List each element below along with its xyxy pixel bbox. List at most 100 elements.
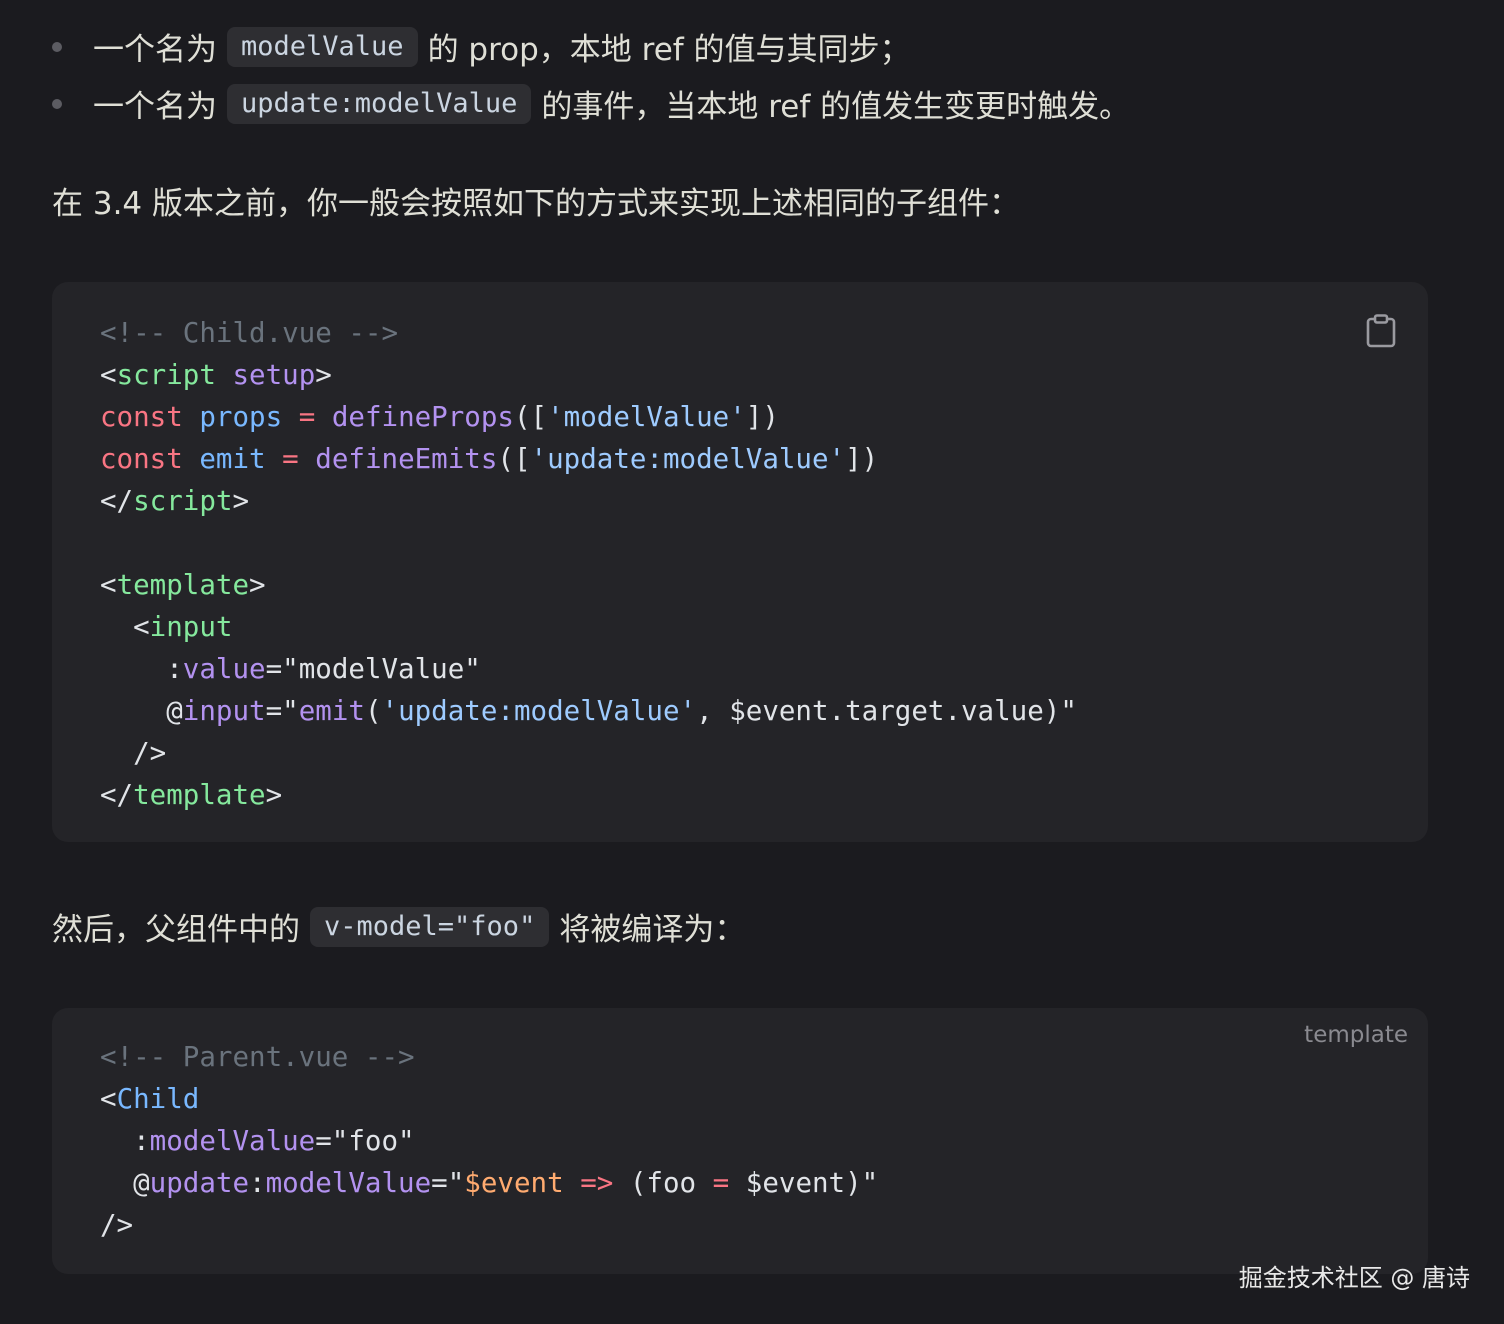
code-token: 'modelValue' bbox=[547, 401, 746, 433]
code-token: const bbox=[100, 401, 183, 433]
code-token: ( bbox=[364, 695, 382, 727]
code-line: <!-- Parent.vue --> bbox=[100, 1036, 878, 1078]
code-token: template bbox=[116, 569, 250, 601]
inline-code: modelValue bbox=[227, 26, 418, 67]
code-line: const props = defineProps(['modelValue']… bbox=[100, 396, 1077, 438]
code-token: > bbox=[249, 569, 266, 601]
code-token: input bbox=[149, 611, 233, 643]
code-token: /> bbox=[100, 737, 167, 769]
code-token: defineProps bbox=[331, 401, 514, 433]
code-token: const bbox=[100, 443, 183, 475]
clipboard-icon[interactable] bbox=[1366, 314, 1396, 348]
inline-code: v-model="foo" bbox=[310, 906, 550, 947]
list-item: 一个名为 modelValue 的 prop，本地 ref 的值与其同步； bbox=[0, 18, 1504, 75]
code-line: @update:modelValue="$event => (foo = $ev… bbox=[100, 1162, 878, 1204]
paragraph: 在 3.4 版本之前，你一般会按照如下的方式来实现上述相同的子组件： bbox=[52, 186, 1021, 222]
code-token: ([ bbox=[513, 401, 548, 433]
code-token: < bbox=[100, 569, 117, 601]
code-line: <input bbox=[100, 606, 1077, 648]
code-line: <script setup> bbox=[100, 354, 1077, 396]
code-lines: <!-- Child.vue --> <script setup> const pr… bbox=[100, 312, 1077, 816]
code-token: $event bbox=[464, 1167, 564, 1199]
code-token: (foo bbox=[613, 1167, 713, 1199]
code-token: > bbox=[315, 359, 332, 391]
paragraph-after: 将被编译为： bbox=[559, 912, 746, 948]
list-item-before: 一个名为 bbox=[93, 32, 217, 68]
paragraph: 然后，父组件中的 v-model="foo" 将被编译为： bbox=[52, 904, 745, 949]
code-token: value bbox=[182, 653, 266, 685]
code-token: < bbox=[100, 1083, 117, 1115]
code-token: modelValue bbox=[149, 1125, 316, 1157]
code-token: => bbox=[580, 1167, 614, 1199]
code-token: ="modelValue" bbox=[265, 653, 481, 685]
code-token: 'update:modelValue' bbox=[381, 695, 697, 727]
list-item: 一个名为 update:modelValue 的事件，当本地 ref 的值发生变… bbox=[0, 75, 1504, 132]
code-token: = bbox=[282, 443, 299, 475]
code-line: /> bbox=[100, 1204, 878, 1246]
code-token: props bbox=[199, 401, 283, 433]
code-token: emit bbox=[298, 695, 365, 727]
list-item-after: 的事件，当本地 ref 的值发生变更时触发。 bbox=[541, 89, 1131, 125]
code-line: :modelValue="foo" bbox=[100, 1120, 878, 1162]
code-token: < bbox=[100, 359, 117, 391]
code-token: Child bbox=[116, 1083, 200, 1115]
code-token: ]) bbox=[845, 443, 879, 475]
code-block-parent: template <!-- Parent.vue --> <Child :mode… bbox=[52, 1008, 1428, 1274]
code-token: ]) bbox=[745, 401, 779, 433]
code-token: ="foo" bbox=[315, 1125, 415, 1157]
code-token: : bbox=[100, 653, 183, 685]
code-token: input bbox=[182, 695, 266, 727]
code-token: $event)" bbox=[729, 1167, 879, 1199]
code-token: : bbox=[100, 1125, 150, 1157]
code-line: :value="modelValue" bbox=[100, 648, 1077, 690]
watermark: 掘金技术社区 @ 唐诗 bbox=[1238, 1264, 1470, 1292]
code-token: < bbox=[100, 611, 150, 643]
code-token: ([ bbox=[497, 443, 531, 475]
code-token: </ bbox=[100, 485, 134, 517]
code-line: /> bbox=[100, 732, 1077, 774]
code-token: , $event.target.value)" bbox=[696, 695, 1077, 727]
list-item-before: 一个名为 bbox=[93, 89, 217, 125]
code-token: = bbox=[712, 1167, 730, 1199]
code-lines: <!-- Parent.vue --> <Child :modelValue="f… bbox=[100, 1036, 878, 1246]
code-token: <!-- Parent.vue --> bbox=[100, 1041, 415, 1073]
code-line: const emit = defineEmits(['update:modelV… bbox=[100, 438, 1077, 480]
bullet-list: 一个名为 modelValue 的 prop，本地 ref 的值与其同步； 一个… bbox=[0, 18, 1504, 132]
code-line: </script> bbox=[100, 480, 1077, 522]
code-token: = bbox=[298, 401, 316, 433]
list-item-text: 一个名为 update:modelValue 的事件，当本地 ref 的值发生变… bbox=[93, 81, 1130, 126]
inline-code: update:modelValue bbox=[227, 83, 532, 124]
language-label: template bbox=[1304, 1022, 1408, 1048]
code-token: modelValue bbox=[265, 1167, 432, 1199]
bullet-dot bbox=[52, 98, 62, 109]
code-token: template bbox=[133, 779, 266, 811]
code-token: @ bbox=[100, 695, 183, 727]
code-token: defineEmits bbox=[315, 443, 498, 475]
bullet-dot bbox=[52, 41, 62, 52]
code-token: </ bbox=[100, 779, 134, 811]
code-token: > bbox=[232, 485, 250, 517]
code-line: @input="emit('update:modelValue', $event… bbox=[100, 690, 1077, 732]
code-token: emit bbox=[199, 443, 266, 475]
code-line: <template> bbox=[100, 564, 1077, 606]
code-token: setup bbox=[232, 359, 316, 391]
code-token: <!-- Child.vue --> bbox=[100, 317, 399, 349]
code-line: <!-- Child.vue --> bbox=[100, 312, 1077, 354]
list-item-text: 一个名为 modelValue 的 prop，本地 ref 的值与其同步； bbox=[93, 24, 911, 69]
code-token: : bbox=[249, 1167, 266, 1199]
code-token: 'update:modelValue' bbox=[530, 443, 846, 475]
code-line: </template> bbox=[100, 774, 1077, 816]
code-token: script bbox=[133, 485, 233, 517]
code-token: =" bbox=[431, 1167, 465, 1199]
code-token: update bbox=[149, 1167, 250, 1199]
list-item-after: 的 prop，本地 ref 的值与其同步； bbox=[427, 32, 911, 68]
code-token: script bbox=[116, 359, 216, 391]
